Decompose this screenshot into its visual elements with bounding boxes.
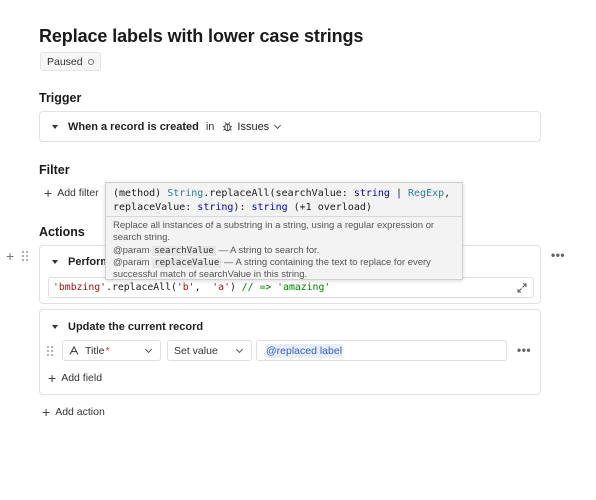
- required-mark: *: [105, 344, 110, 357]
- status-indicator-icon: [87, 58, 94, 65]
- trigger-heading: Trigger: [39, 91, 82, 105]
- status-label: Paused: [47, 55, 83, 68]
- bug-icon: [223, 122, 233, 132]
- tooltip-description: Replace all instances of a substring in …: [113, 220, 435, 244]
- signature-tooltip: (method) String.replaceAll(searchValue: …: [105, 182, 463, 280]
- collapse-caret-icon[interactable]: [52, 325, 58, 329]
- add-step-icon[interactable]: +: [6, 249, 14, 263]
- code-token: 'bmbzing': [53, 282, 107, 293]
- update-record-label: Update the current record: [68, 321, 204, 333]
- chevron-down-icon: [274, 121, 282, 129]
- code-token: ,: [194, 282, 213, 293]
- field-select[interactable]: Title *: [62, 340, 161, 361]
- trigger-in-label: in: [205, 120, 215, 133]
- value-input[interactable]: @replaced label: [256, 340, 507, 361]
- operation-select[interactable]: Set value: [167, 340, 252, 361]
- page-title: Replace labels with lower case strings: [39, 26, 364, 46]
- tooltip-param: @param replaceValue — A string containin…: [113, 257, 456, 282]
- sig-type: string: [251, 202, 288, 213]
- perform-label: Perform: [68, 256, 111, 268]
- add-field-button[interactable]: + Add field: [48, 370, 103, 386]
- plus-icon: +: [42, 404, 51, 420]
- sig-text: ):: [233, 202, 252, 213]
- plus-icon: +: [44, 185, 53, 201]
- field-more-options-icon[interactable]: •••: [517, 343, 531, 357]
- sig-type: string: [353, 188, 390, 199]
- code-token: 'b': [176, 282, 195, 293]
- sig-text: |: [389, 188, 409, 199]
- chevron-down-icon: [235, 345, 244, 354]
- code-comment: // => 'amazing': [241, 282, 331, 293]
- trigger-table-name: Issues: [237, 120, 270, 133]
- trigger-table-select[interactable]: Issues: [222, 120, 282, 133]
- param-name: replaceValue: [152, 257, 222, 268]
- actions-heading: Actions: [39, 225, 85, 239]
- drag-handle-icon[interactable]: [47, 346, 53, 356]
- collapse-caret-icon[interactable]: [52, 260, 58, 264]
- field-name: Title: [85, 344, 105, 357]
- sig-text: .replaceAll(searchValue:: [203, 188, 354, 199]
- tooltip-signature: (method) String.replaceAll(searchValue: …: [106, 183, 462, 217]
- text-field-icon: [69, 346, 79, 355]
- sig-text: ,: [444, 188, 451, 199]
- sig-type: RegExp: [408, 188, 445, 199]
- sig-type: string: [197, 202, 234, 213]
- trigger-event: When a record is created: [68, 120, 199, 133]
- operation-value: Set value: [174, 344, 218, 357]
- sig-type: String: [167, 188, 204, 199]
- add-filter-label: Add filter: [57, 187, 99, 199]
- expand-icon[interactable]: [517, 283, 527, 293]
- sig-text: (method): [113, 188, 168, 199]
- tooltip-param: @param searchValue — A string to search …: [113, 245, 456, 257]
- chevron-down-icon: [144, 345, 153, 354]
- param-desc: — A string to search for.: [215, 244, 320, 256]
- more-options-icon[interactable]: •••: [551, 248, 565, 262]
- param-tag: @param: [113, 256, 150, 268]
- add-action-button[interactable]: + Add action: [42, 404, 105, 420]
- drag-handle-icon[interactable]: [22, 251, 28, 261]
- filter-heading: Filter: [39, 163, 70, 177]
- add-filter-button[interactable]: + Add filter: [44, 185, 99, 201]
- add-field-label: Add field: [61, 372, 103, 384]
- param-name: searchValue: [152, 245, 216, 256]
- sig-text: replaceValue:: [113, 202, 198, 213]
- code-token: .replaceAll(: [106, 282, 177, 293]
- add-action-label: Add action: [55, 406, 105, 418]
- param-tag: @param: [113, 244, 150, 256]
- trigger-card[interactable]: When a record is created in Issues: [39, 111, 541, 142]
- status-badge[interactable]: Paused: [40, 52, 101, 71]
- plus-icon: +: [48, 370, 57, 386]
- collapse-caret-icon[interactable]: [52, 124, 58, 129]
- sig-text: (+1 overload): [287, 202, 372, 213]
- code-token: 'a': [212, 282, 230, 293]
- code-token: ): [229, 282, 242, 293]
- value-token: @replaced label: [265, 343, 344, 358]
- tooltip-doc: Replace all instances of a substring in …: [106, 217, 462, 281]
